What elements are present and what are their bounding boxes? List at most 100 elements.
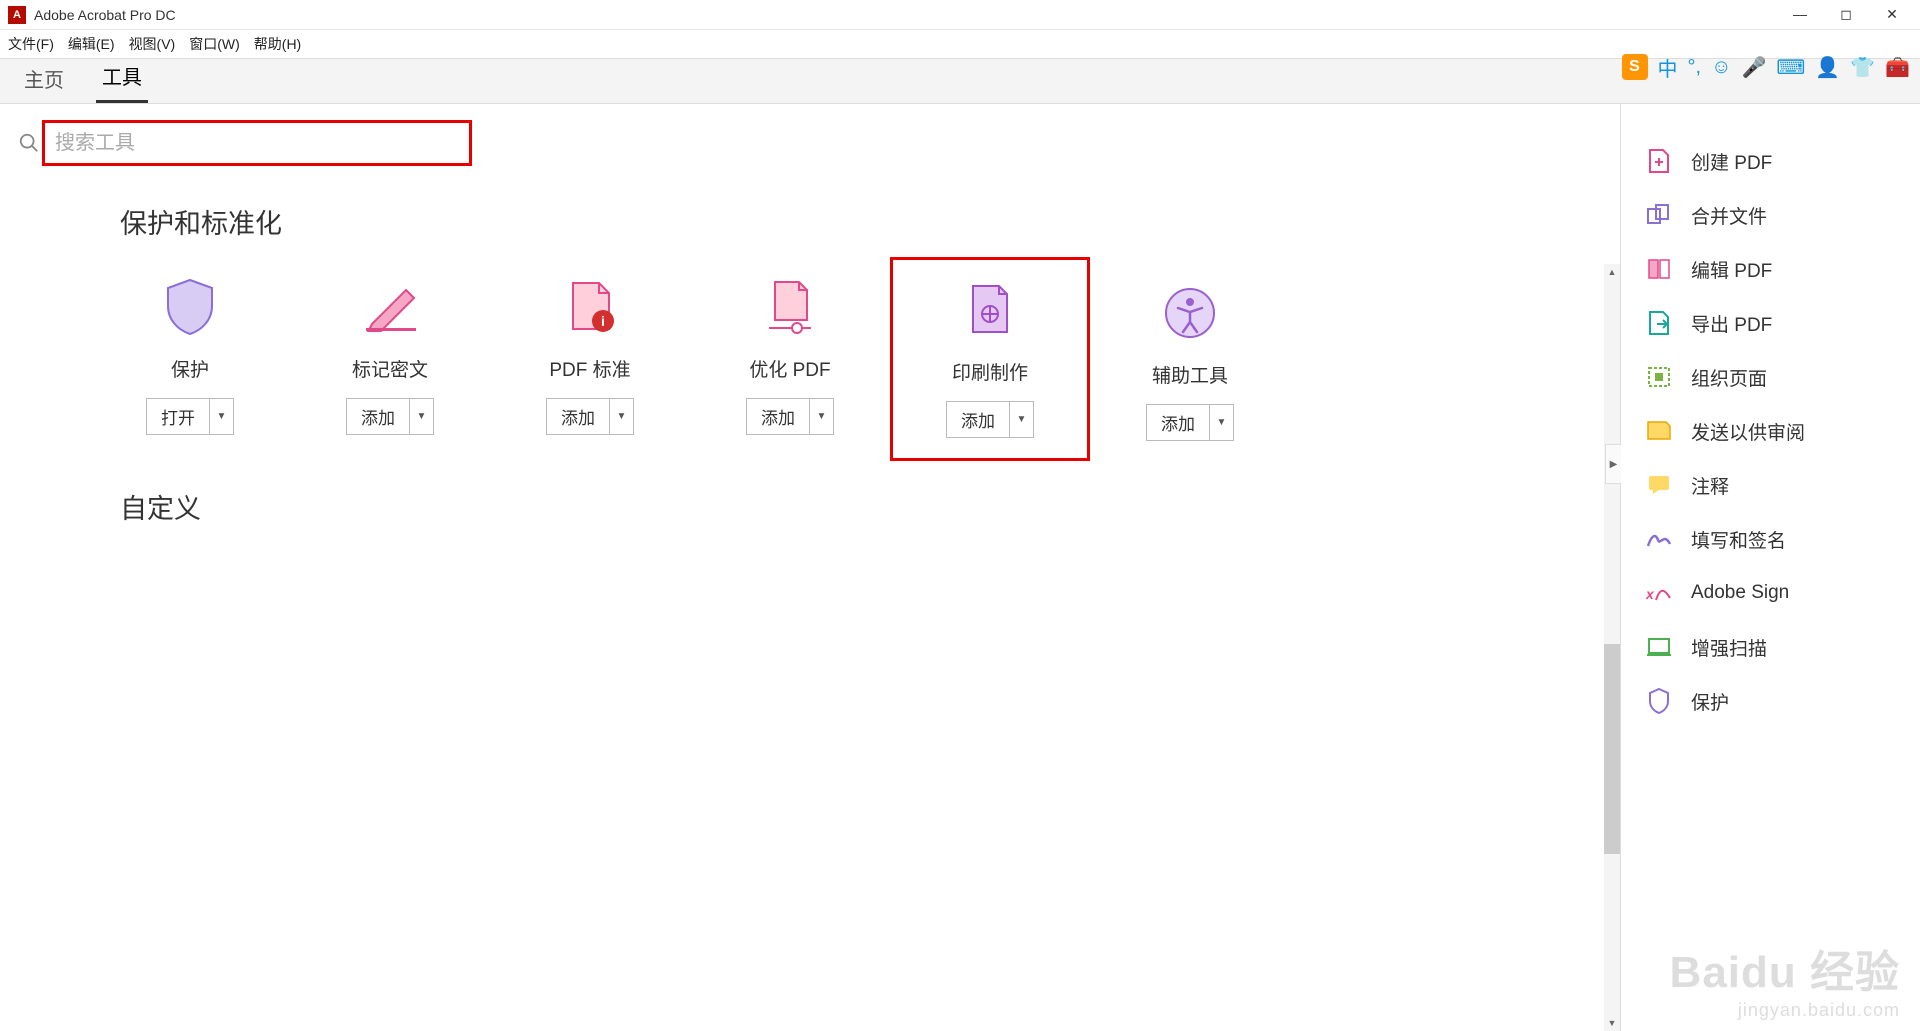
tool-pdfstd-caret[interactable]: ▼ <box>610 398 634 435</box>
combine-icon <box>1645 201 1673 229</box>
rp-fillsign[interactable]: 填写和签名 <box>1645 512 1920 566</box>
scroll-down-icon[interactable]: ▼ <box>1604 1015 1620 1031</box>
scroll-up-icon[interactable]: ▲ <box>1604 264 1620 280</box>
rp-label: 合并文件 <box>1691 202 1767 229</box>
tool-redact-caret[interactable]: ▼ <box>410 398 434 435</box>
rp-scan[interactable]: 增强扫描 <box>1645 620 1920 674</box>
tool-accessibility[interactable]: 辅助工具 添加 ▼ <box>1090 263 1290 461</box>
right-pane: ▶ 创建 PDF 合并文件 编辑 PDF 导出 PDF 组织页面 发送以供审阅 … <box>1620 104 1920 1031</box>
shield-icon <box>160 277 220 337</box>
rp-label: 保护 <box>1691 688 1729 715</box>
rp-adobesign[interactable]: x Adobe Sign <box>1645 566 1920 620</box>
rp-label: Adobe Sign <box>1691 582 1789 604</box>
print-production-icon <box>960 280 1020 340</box>
scan-icon <box>1645 633 1673 661</box>
tool-pdfstd-label: PDF 标准 <box>549 355 630 382</box>
tool-optimize-caret[interactable]: ▼ <box>810 398 834 435</box>
tool-access-label: 辅助工具 <box>1152 361 1228 388</box>
pdf-info-icon: i <box>560 277 620 337</box>
ime-logo-icon[interactable]: S <box>1622 54 1648 80</box>
tool-optimize[interactable]: 优化 PDF 添加 ▼ <box>690 257 890 461</box>
scroll-thumb[interactable] <box>1604 644 1620 854</box>
ime-mic-icon[interactable]: 🎤 <box>1742 55 1767 80</box>
rp-review[interactable]: 发送以供审阅 <box>1645 404 1920 458</box>
rp-protect[interactable]: 保护 <box>1645 674 1920 728</box>
rp-create-pdf[interactable]: 创建 PDF <box>1645 134 1920 188</box>
tool-print-caret[interactable]: ▼ <box>1010 401 1034 438</box>
tool-pdfstd[interactable]: i PDF 标准 添加 ▼ <box>490 257 690 461</box>
rp-label: 发送以供审阅 <box>1691 418 1805 445</box>
tool-optimize-label: 优化 PDF <box>749 355 830 382</box>
tool-access-caret[interactable]: ▼ <box>1210 404 1234 441</box>
search-icon <box>16 130 42 156</box>
ime-punct-icon[interactable]: °, <box>1688 56 1702 79</box>
tool-redact[interactable]: 标记密文 添加 ▼ <box>290 257 490 461</box>
tool-protect-caret[interactable]: ▼ <box>210 398 234 435</box>
search-box-highlight <box>42 120 472 166</box>
tool-access-button[interactable]: 添加 <box>1146 404 1210 441</box>
tool-redact-button[interactable]: 添加 <box>346 398 410 435</box>
scrollbar[interactable]: ▲ ▼ <box>1604 264 1620 1031</box>
ime-toolbar: S 中 °, ☺ 🎤 ⌨ 👤 👕 🧰 <box>1622 52 1910 82</box>
svg-text:i: i <box>601 313 605 329</box>
shield-small-icon <box>1645 687 1673 715</box>
rp-label: 创建 PDF <box>1691 148 1772 175</box>
section-protect-title: 保护和标准化 <box>120 202 1620 241</box>
adobe-sign-icon: x <box>1645 579 1673 607</box>
rp-label: 注释 <box>1691 472 1729 499</box>
fill-sign-icon <box>1645 525 1673 553</box>
ime-lang[interactable]: 中 <box>1658 53 1678 82</box>
edit-pdf-icon <box>1645 255 1673 283</box>
rp-organize[interactable]: 组织页面 <box>1645 350 1920 404</box>
rp-label: 填写和签名 <box>1691 526 1786 553</box>
app-title: Adobe Acrobat Pro DC <box>34 7 1790 23</box>
tool-protect-button[interactable]: 打开 <box>146 398 210 435</box>
right-pane-collapse[interactable]: ▶ <box>1605 444 1621 484</box>
maximize-button[interactable]: ◻ <box>1836 6 1856 23</box>
tool-protect-label: 保护 <box>171 355 209 382</box>
tool-print-production[interactable]: 印刷制作 添加 ▼ <box>890 257 1090 461</box>
section-custom-title: 自定义 <box>120 487 1620 526</box>
rp-label: 导出 PDF <box>1691 310 1772 337</box>
menu-help[interactable]: 帮助(H) <box>254 34 301 54</box>
ime-emoji-icon[interactable]: ☺ <box>1711 56 1731 79</box>
tool-protect[interactable]: 保护 打开 ▼ <box>90 257 290 461</box>
ime-user-icon[interactable]: 👤 <box>1815 55 1840 80</box>
create-pdf-icon <box>1645 147 1673 175</box>
watermark-sub: jingyan.baidu.com <box>1670 1000 1900 1021</box>
close-button[interactable]: ✕ <box>1882 6 1902 23</box>
tool-pdfstd-button[interactable]: 添加 <box>546 398 610 435</box>
rp-comment[interactable]: 注释 <box>1645 458 1920 512</box>
watermark-main: Baidu 经验 <box>1670 948 1900 997</box>
ime-keyboard-icon[interactable]: ⌨ <box>1776 55 1805 80</box>
ime-skin-icon[interactable]: 👕 <box>1850 55 1875 80</box>
search-input[interactable] <box>55 132 459 155</box>
rp-label: 增强扫描 <box>1691 634 1767 661</box>
tab-tools[interactable]: 工具 <box>96 51 148 103</box>
tool-redact-label: 标记密文 <box>352 355 428 382</box>
export-pdf-icon <box>1645 309 1673 337</box>
minimize-button[interactable]: — <box>1790 6 1810 23</box>
tab-home[interactable]: 主页 <box>18 54 70 103</box>
tool-print-button[interactable]: 添加 <box>946 401 1010 438</box>
comment-icon <box>1645 471 1673 499</box>
menu-window[interactable]: 窗口(W) <box>189 34 240 54</box>
ime-toolbox-icon[interactable]: 🧰 <box>1885 55 1910 80</box>
organize-icon <box>1645 363 1673 391</box>
titlebar: A Adobe Acrobat Pro DC — ◻ ✕ <box>0 0 1920 30</box>
redact-pen-icon <box>360 277 420 337</box>
rp-combine[interactable]: 合并文件 <box>1645 188 1920 242</box>
rp-label: 编辑 PDF <box>1691 256 1772 283</box>
app-logo: A <box>8 6 26 24</box>
rp-export[interactable]: 导出 PDF <box>1645 296 1920 350</box>
center-pane: 保护和标准化 保护 打开 ▼ 标记密文 添加 <box>0 104 1620 1031</box>
rp-label: 组织页面 <box>1691 364 1767 391</box>
watermark: Baidu 经验 jingyan.baidu.com <box>1670 936 1900 1021</box>
review-icon <box>1645 417 1673 445</box>
menu-file[interactable]: 文件(F) <box>8 34 54 54</box>
rp-edit[interactable]: 编辑 PDF <box>1645 242 1920 296</box>
accessibility-icon <box>1160 283 1220 343</box>
tool-optimize-button[interactable]: 添加 <box>746 398 810 435</box>
optimize-icon <box>760 277 820 337</box>
svg-text:x: x <box>1646 586 1655 602</box>
